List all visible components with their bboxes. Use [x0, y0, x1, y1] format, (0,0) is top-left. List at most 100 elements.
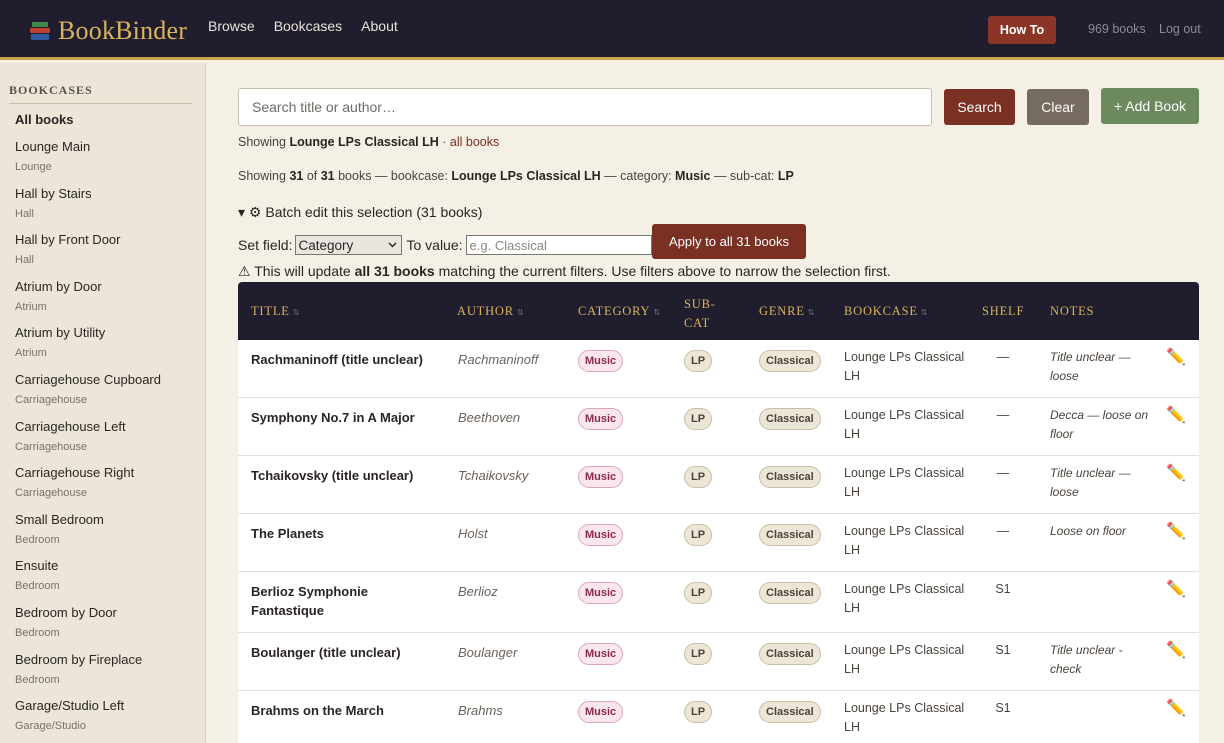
sidebar-item-bookcase[interactable]: Carriagehouse Right Carriagehouse — [15, 465, 195, 512]
book-bookcase: Lounge LPs Classical LH — [844, 582, 965, 615]
sidebar-item-bookcase[interactable]: Carriagehouse Left Carriagehouse — [15, 419, 195, 466]
sidebar-item-label: Atrium by Utility — [15, 325, 106, 341]
book-count: 969 books — [1088, 22, 1146, 36]
col-shelf: SHELF — [982, 304, 1025, 318]
add-book-button[interactable]: + Add Book — [1101, 88, 1199, 124]
subcat-badge: LP — [684, 350, 713, 372]
book-bookcase: Lounge LPs Classical LH — [844, 643, 965, 676]
pencil-icon[interactable]: ✏️ — [1166, 406, 1186, 425]
category-badge: Music — [578, 466, 624, 488]
book-author: Brahms — [458, 703, 503, 718]
book-shelf: — — [996, 350, 1010, 364]
book-title[interactable]: Boulanger (title unclear) — [251, 643, 441, 662]
table-header: TITLE ⇅ AUTHOR ⇅ CATEGORY ⇅ SUB- CAT GENRE ⇅ … — [238, 282, 1199, 340]
genre-badge: Classical — [759, 524, 821, 546]
sidebar-item-label: Garage/Studio Left — [15, 698, 125, 714]
col-bookcase[interactable]: BOOKCASE ⇅ — [844, 304, 928, 319]
sidebar-item-all-books[interactable]: All books — [15, 112, 195, 139]
table-row: Brahms on the March Brahms Music LP Classica… — [238, 691, 1199, 743]
col-author[interactable]: AUTHOR ⇅ — [457, 304, 524, 319]
genre-badge: Classical — [759, 582, 821, 604]
sidebar-item-bookcase[interactable]: Bedroom by Fireplace Bedroom — [15, 652, 195, 699]
how-to-button[interactable]: How To — [988, 16, 1056, 44]
sidebar-item-bookcase[interactable]: Atrium by Door Atrium — [15, 279, 195, 326]
sidebar-item-location: Atrium — [15, 347, 47, 360]
category-badge: Music — [578, 350, 624, 372]
nav-bookcases[interactable]: Bookcases — [274, 18, 342, 34]
clear-button[interactable]: Clear — [1027, 89, 1089, 125]
current-bookcase: Lounge LPs Classical LH — [289, 135, 439, 149]
book-notes: Title unclear — loose — [1050, 466, 1131, 499]
book-shelf: S1 — [995, 701, 1011, 715]
book-author: Boulanger — [458, 645, 518, 660]
table-row: Boulanger (title unclear) Boulanger Music L… — [238, 633, 1199, 691]
subcat-badge: LP — [684, 643, 713, 665]
book-shelf: — — [996, 466, 1010, 480]
col-genre[interactable]: GENRE ⇅ — [759, 304, 815, 319]
sidebar-item-bookcase[interactable]: Ensuite Bedroom — [15, 558, 195, 605]
pencil-icon[interactable]: ✏️ — [1166, 522, 1186, 541]
sort-icon: ⇅ — [807, 308, 816, 317]
sidebar-item-bookcase[interactable]: Carriagehouse Cupboard Carriagehouse — [15, 372, 195, 419]
sidebar-item-label: Hall by Front Door — [15, 232, 121, 248]
pencil-icon[interactable]: ✏️ — [1166, 348, 1186, 367]
sidebar-item-bookcase[interactable]: Bedroom by Door Bedroom — [15, 605, 195, 652]
apply-batch-button[interactable]: Apply to all 31 books — [652, 224, 806, 259]
book-author: Tchaikovsky — [458, 468, 529, 483]
pencil-icon[interactable]: ✏️ — [1166, 699, 1186, 718]
sidebar-item-bookcase[interactable]: Garage/Studio Left Garage/Studio — [15, 698, 195, 743]
logo[interactable]: BookBinder — [30, 16, 187, 46]
col-subcat[interactable]: SUB- CAT — [684, 295, 716, 333]
sidebar-item-bookcase[interactable]: Hall by Front Door Hall — [15, 232, 195, 279]
sidebar-item-bookcase[interactable]: Atrium by Utility Atrium — [15, 325, 195, 372]
sidebar-heading: BOOKCASES — [9, 83, 192, 104]
sidebar: BOOKCASES All books Lounge Main Lounge Hal… — [0, 63, 206, 743]
sidebar-item-location: Carriagehouse — [15, 393, 88, 406]
sidebar-item-location: Bedroom — [15, 673, 60, 686]
chevron-down-icon — [388, 242, 397, 248]
book-title[interactable]: Symphony No.7 in A Major — [251, 408, 441, 427]
sidebar-item-location: Bedroom — [15, 626, 60, 639]
nav-about[interactable]: About — [361, 18, 398, 34]
sidebar-item-location: Atrium — [15, 300, 47, 313]
sidebar-item-label: All books — [15, 112, 74, 127]
book-title[interactable]: Rachmaninoff (title unclear) — [251, 350, 441, 369]
book-bookcase: Lounge LPs Classical LH — [844, 524, 965, 557]
col-category[interactable]: CATEGORY ⇅ — [578, 304, 661, 319]
search-button[interactable]: Search — [944, 89, 1015, 125]
book-notes: Title unclear — loose — [1050, 350, 1131, 383]
book-title[interactable]: Brahms on the March — [251, 701, 441, 720]
category-badge: Music — [578, 701, 624, 723]
sidebar-item-bookcase[interactable]: Lounge Main Lounge — [15, 139, 195, 186]
value-input[interactable]: e.g. Classical — [465, 235, 652, 255]
pencil-icon[interactable]: ✏️ — [1166, 464, 1186, 483]
book-title[interactable]: Berlioz Symphonie Fantastique — [251, 582, 441, 620]
brand-name: BookBinder — [58, 16, 188, 45]
search-placeholder: Search title or author… — [252, 99, 396, 115]
sidebar-item-label: Bedroom by Fireplace — [15, 651, 143, 667]
sidebar-item-bookcase[interactable]: Small Bedroom Bedroom — [15, 512, 195, 559]
book-bookcase: Lounge LPs Classical LH — [844, 466, 965, 499]
book-title[interactable]: Tchaikovsky (title unclear) — [251, 466, 441, 485]
col-title[interactable]: TITLE ⇅ — [251, 304, 300, 319]
sidebar-item-location: Hall — [15, 254, 34, 267]
table-row: The Planets Holst Music LP Classical Lounge L… — [238, 514, 1199, 572]
nav-browse[interactable]: Browse — [208, 18, 255, 34]
sidebar-item-bookcase[interactable]: Hall by Stairs Hall — [15, 186, 195, 233]
book-bookcase: Lounge LPs Classical LH — [844, 408, 965, 441]
sidebar-item-label: Small Bedroom — [15, 511, 104, 527]
batch-edit-toggle[interactable]: ▾ ⚙ Batch edit this selection (31 books) — [238, 204, 482, 221]
pencil-icon[interactable]: ✏️ — [1166, 580, 1186, 599]
all-books-link[interactable]: all books — [450, 135, 499, 149]
logout-link[interactable]: Log out — [1159, 22, 1201, 36]
field-select[interactable]: Category — [295, 235, 403, 255]
table-row: Symphony No.7 in A Major Beethoven Music LP… — [238, 398, 1199, 456]
pencil-icon[interactable]: ✏️ — [1166, 641, 1186, 660]
search-input[interactable]: Search title or author… — [238, 88, 932, 126]
book-shelf: S1 — [995, 582, 1011, 596]
sidebar-item-location: Bedroom — [15, 580, 60, 593]
batch-edit-form: Set field: Category To value: e.g. Class… — [238, 230, 652, 260]
sidebar-item-label: Bedroom by Door — [15, 604, 117, 620]
book-title[interactable]: The Planets — [251, 524, 441, 543]
book-notes: Title unclear - check — [1050, 643, 1123, 676]
